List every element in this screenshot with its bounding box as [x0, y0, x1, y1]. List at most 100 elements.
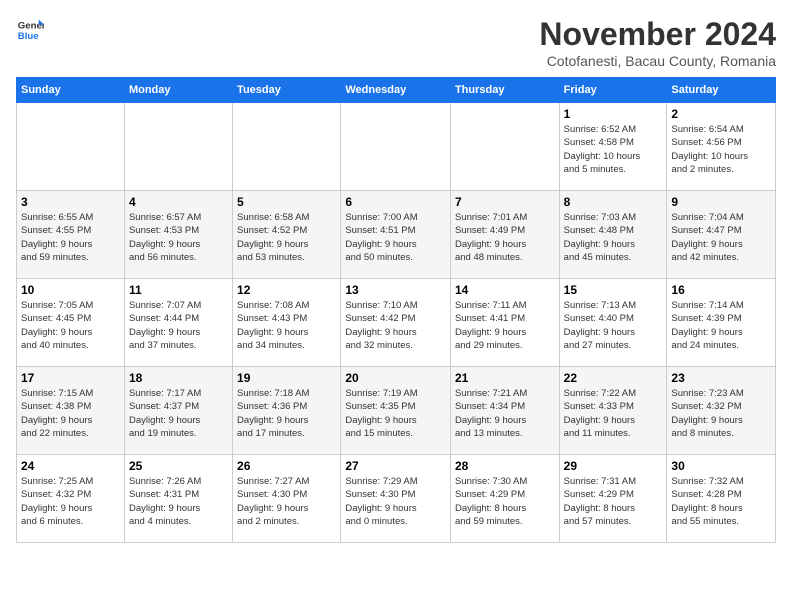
day-info: Sunrise: 7:27 AM Sunset: 4:30 PM Dayligh… — [237, 475, 336, 528]
day-number: 5 — [237, 195, 336, 209]
day-number: 21 — [455, 371, 555, 385]
calendar-cell: 16 Sunrise: 7:14 AM Sunset: 4:39 PM Dayli… — [667, 279, 776, 367]
calendar-cell: 4 Sunrise: 6:57 AM Sunset: 4:53 PM Daylig… — [124, 191, 232, 279]
header-sunday: Sunday — [17, 78, 125, 103]
day-number: 14 — [455, 283, 555, 297]
calendar-cell — [17, 103, 125, 191]
calendar-cell: 30 Sunrise: 7:32 AM Sunset: 4:28 PM Dayli… — [667, 455, 776, 543]
week-row-0: 1 Sunrise: 6:52 AM Sunset: 4:58 PM Daylig… — [17, 103, 776, 191]
day-info: Sunrise: 7:01 AM Sunset: 4:49 PM Dayligh… — [455, 211, 555, 264]
day-number: 16 — [671, 283, 771, 297]
day-number: 26 — [237, 459, 336, 473]
calendar-cell: 29Sunrise: 7:31 AM Sunset: 4:29 PM Dayli… — [559, 455, 667, 543]
header-monday: Monday — [124, 78, 232, 103]
day-number: 6 — [345, 195, 446, 209]
calendar-cell: 24 Sunrise: 7:25 AM Sunset: 4:32 PM Dayli… — [17, 455, 125, 543]
calendar-cell: 12 Sunrise: 7:08 AM Sunset: 4:43 PM Dayli… — [233, 279, 341, 367]
day-info: Sunrise: 7:14 AM Sunset: 4:39 PM Dayligh… — [671, 299, 771, 352]
calendar-cell: 13 Sunrise: 7:10 AM Sunset: 4:42 PM Dayli… — [341, 279, 451, 367]
calendar-header-row: SundayMondayTuesdayWednesdayThursdayFrid… — [17, 78, 776, 103]
calendar-cell: 26 Sunrise: 7:27 AM Sunset: 4:30 PM Dayli… — [233, 455, 341, 543]
day-info: Sunrise: 7:11 AM Sunset: 4:41 PM Dayligh… — [455, 299, 555, 352]
day-number: 12 — [237, 283, 336, 297]
header-saturday: Saturday — [667, 78, 776, 103]
calendar-cell: 23Sunrise: 7:23 AM Sunset: 4:32 PM Dayli… — [667, 367, 776, 455]
calendar-cell: 14 Sunrise: 7:11 AM Sunset: 4:41 PM Dayli… — [450, 279, 559, 367]
header-thursday: Thursday — [450, 78, 559, 103]
day-info: Sunrise: 7:18 AM Sunset: 4:36 PM Dayligh… — [237, 387, 336, 440]
header-wednesday: Wednesday — [341, 78, 451, 103]
calendar-cell: 15 Sunrise: 7:13 AM Sunset: 4:40 PM Dayli… — [559, 279, 667, 367]
day-info: Sunrise: 7:29 AM Sunset: 4:30 PM Dayligh… — [345, 475, 446, 528]
day-number: 13 — [345, 283, 446, 297]
calendar-cell — [450, 103, 559, 191]
day-number: 1 — [564, 107, 663, 121]
logo-icon: General Blue — [16, 16, 44, 44]
calendar-cell: 5 Sunrise: 6:58 AM Sunset: 4:52 PM Daylig… — [233, 191, 341, 279]
calendar-body: 1 Sunrise: 6:52 AM Sunset: 4:58 PM Daylig… — [17, 103, 776, 543]
day-info: Sunrise: 7:31 AM Sunset: 4:29 PM Dayligh… — [564, 475, 663, 528]
day-number: 22 — [564, 371, 663, 385]
day-number: 7 — [455, 195, 555, 209]
calendar-cell: 2Sunrise: 6:54 AM Sunset: 4:56 PM Daylig… — [667, 103, 776, 191]
day-number: 4 — [129, 195, 228, 209]
day-info: Sunrise: 7:07 AM Sunset: 4:44 PM Dayligh… — [129, 299, 228, 352]
day-info: Sunrise: 7:10 AM Sunset: 4:42 PM Dayligh… — [345, 299, 446, 352]
svg-text:Blue: Blue — [18, 31, 39, 42]
day-number: 25 — [129, 459, 228, 473]
day-number: 24 — [21, 459, 120, 473]
day-number: 27 — [345, 459, 446, 473]
calendar-cell: 28 Sunrise: 7:30 AM Sunset: 4:29 PM Dayli… — [450, 455, 559, 543]
day-info: Sunrise: 7:32 AM Sunset: 4:28 PM Dayligh… — [671, 475, 771, 528]
day-info: Sunrise: 7:21 AM Sunset: 4:34 PM Dayligh… — [455, 387, 555, 440]
day-info: Sunrise: 7:05 AM Sunset: 4:45 PM Dayligh… — [21, 299, 120, 352]
day-info: Sunrise: 7:22 AM Sunset: 4:33 PM Dayligh… — [564, 387, 663, 440]
day-info: Sunrise: 6:55 AM Sunset: 4:55 PM Dayligh… — [21, 211, 120, 264]
day-number: 8 — [564, 195, 663, 209]
calendar-cell: 11 Sunrise: 7:07 AM Sunset: 4:44 PM Dayli… — [124, 279, 232, 367]
day-info: Sunrise: 6:52 AM Sunset: 4:58 PM Dayligh… — [564, 123, 663, 176]
calendar-cell: 9Sunrise: 7:04 AM Sunset: 4:47 PM Daylig… — [667, 191, 776, 279]
day-info: Sunrise: 7:23 AM Sunset: 4:32 PM Dayligh… — [671, 387, 771, 440]
day-info: Sunrise: 7:30 AM Sunset: 4:29 PM Dayligh… — [455, 475, 555, 528]
calendar-cell — [124, 103, 232, 191]
calendar-cell: 27 Sunrise: 7:29 AM Sunset: 4:30 PM Dayli… — [341, 455, 451, 543]
week-row-4: 24 Sunrise: 7:25 AM Sunset: 4:32 PM Dayli… — [17, 455, 776, 543]
day-info: Sunrise: 7:04 AM Sunset: 4:47 PM Dayligh… — [671, 211, 771, 264]
week-row-1: 3 Sunrise: 6:55 AM Sunset: 4:55 PM Daylig… — [17, 191, 776, 279]
day-info: Sunrise: 6:58 AM Sunset: 4:52 PM Dayligh… — [237, 211, 336, 264]
day-number: 28 — [455, 459, 555, 473]
calendar-cell: 8Sunrise: 7:03 AM Sunset: 4:48 PM Daylig… — [559, 191, 667, 279]
calendar-cell: 19 Sunrise: 7:18 AM Sunset: 4:36 PM Dayli… — [233, 367, 341, 455]
day-number: 30 — [671, 459, 771, 473]
day-info: Sunrise: 7:26 AM Sunset: 4:31 PM Dayligh… — [129, 475, 228, 528]
day-info: Sunrise: 6:57 AM Sunset: 4:53 PM Dayligh… — [129, 211, 228, 264]
week-row-3: 17 Sunrise: 7:15 AM Sunset: 4:38 PM Dayli… — [17, 367, 776, 455]
header-friday: Friday — [559, 78, 667, 103]
day-info: Sunrise: 7:15 AM Sunset: 4:38 PM Dayligh… — [21, 387, 120, 440]
day-info: Sunrise: 7:17 AM Sunset: 4:37 PM Dayligh… — [129, 387, 228, 440]
location: Cotofanesti, Bacau County, Romania — [539, 53, 776, 69]
calendar-cell: 22 Sunrise: 7:22 AM Sunset: 4:33 PM Dayli… — [559, 367, 667, 455]
day-info: Sunrise: 7:13 AM Sunset: 4:40 PM Dayligh… — [564, 299, 663, 352]
day-number: 3 — [21, 195, 120, 209]
day-info: Sunrise: 7:25 AM Sunset: 4:32 PM Dayligh… — [21, 475, 120, 528]
week-row-2: 10 Sunrise: 7:05 AM Sunset: 4:45 PM Dayli… — [17, 279, 776, 367]
day-info: Sunrise: 7:08 AM Sunset: 4:43 PM Dayligh… — [237, 299, 336, 352]
day-number: 11 — [129, 283, 228, 297]
logo: General Blue — [16, 16, 44, 44]
day-info: Sunrise: 7:19 AM Sunset: 4:35 PM Dayligh… — [345, 387, 446, 440]
day-number: 20 — [345, 371, 446, 385]
day-number: 15 — [564, 283, 663, 297]
calendar-cell: 21 Sunrise: 7:21 AM Sunset: 4:34 PM Dayli… — [450, 367, 559, 455]
day-info: Sunrise: 7:00 AM Sunset: 4:51 PM Dayligh… — [345, 211, 446, 264]
header-tuesday: Tuesday — [233, 78, 341, 103]
calendar-cell: 18Sunrise: 7:17 AM Sunset: 4:37 PM Dayli… — [124, 367, 232, 455]
calendar-cell — [341, 103, 451, 191]
day-number: 19 — [237, 371, 336, 385]
day-info: Sunrise: 6:54 AM Sunset: 4:56 PM Dayligh… — [671, 123, 771, 176]
title-area: November 2024 Cotofanesti, Bacau County,… — [539, 16, 776, 69]
calendar-cell: 7 Sunrise: 7:01 AM Sunset: 4:49 PM Daylig… — [450, 191, 559, 279]
day-number: 10 — [21, 283, 120, 297]
day-number: 17 — [21, 371, 120, 385]
